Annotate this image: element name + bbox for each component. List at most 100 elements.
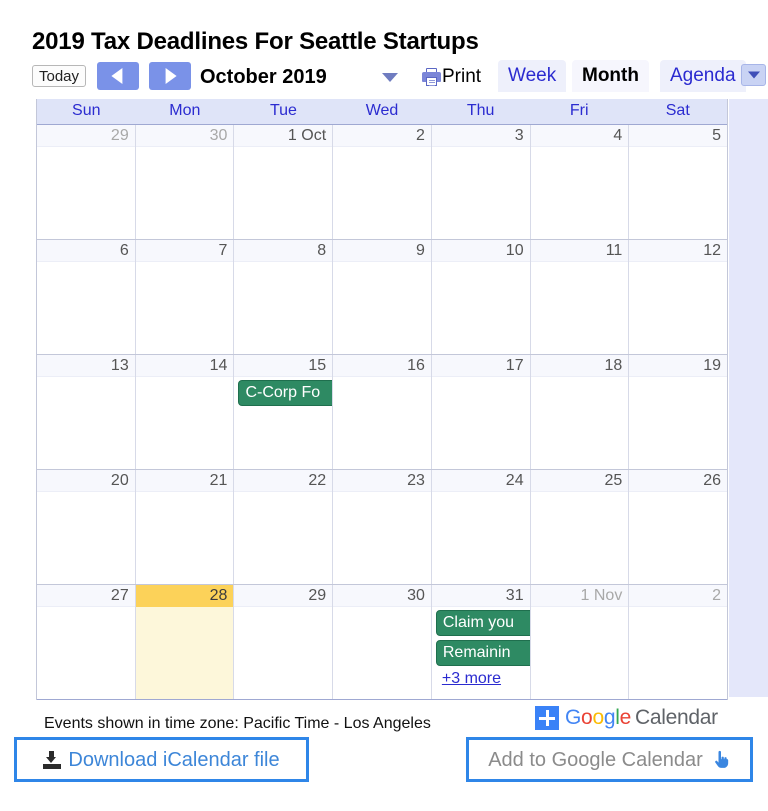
- day-events: [333, 607, 431, 610]
- calendar-day-cell[interactable]: 9: [333, 240, 432, 354]
- day-number: 20: [37, 470, 135, 492]
- day-events: [136, 262, 234, 265]
- day-number: 26: [629, 470, 728, 492]
- calendar-event[interactable]: Remainin: [435, 640, 530, 666]
- tab-week[interactable]: Week: [498, 60, 567, 92]
- calendar-day-cell[interactable]: 5: [629, 125, 728, 239]
- day-events: [432, 377, 530, 380]
- calendar-day-cell[interactable]: 6: [37, 240, 136, 354]
- timezone-note: Events shown in time zone: Pacific Time …: [44, 715, 431, 732]
- next-month-button[interactable]: [149, 62, 191, 90]
- printer-icon: [422, 68, 441, 86]
- calendar-day-cell[interactable]: 12: [629, 240, 728, 354]
- day-header-sun: Sun: [72, 102, 101, 119]
- calendar-day-cell[interactable]: 18: [530, 355, 630, 469]
- calendar-week-row: 13 14 15 C-Corp Fo 16 17 18 19: [37, 355, 728, 470]
- calendar-day-cell[interactable]: 25: [530, 470, 630, 584]
- day-number: 14: [135, 355, 234, 377]
- day-number: 22: [234, 470, 333, 492]
- calendar-day-cell[interactable]: 21: [135, 470, 235, 584]
- calendar-week-row: 29 30 1 Oct 2 3 4 5: [37, 125, 728, 240]
- calendar-event[interactable]: C-Corp Fo: [238, 380, 333, 406]
- calendar-day-cell[interactable]: 4: [530, 125, 630, 239]
- day-header-thu: Thu: [466, 102, 495, 119]
- print-button[interactable]: Print: [422, 63, 481, 91]
- calendar-day-cell[interactable]: 2: [629, 585, 728, 699]
- day-events: [629, 607, 727, 610]
- calendar-day-cell[interactable]: 30: [135, 125, 235, 239]
- calendar-day-cell[interactable]: 7: [135, 240, 235, 354]
- calendar-weeks: 29 30 1 Oct 2 3 4 5 6 7 8 9 10 11 12 13 14 15 C-Corp Fo 16…: [37, 125, 728, 700]
- add-to-google-calendar-button[interactable]: Add to Google Calendar: [466, 737, 753, 782]
- google-calendar-logo[interactable]: Google Calendar: [533, 703, 722, 733]
- calendar-day-cell[interactable]: 31 Claim you Remainin +3 more: [431, 585, 531, 699]
- today-button[interactable]: Today: [32, 65, 87, 87]
- calendar-day-cell[interactable]: 11: [530, 240, 630, 354]
- chevron-left-icon: [111, 68, 123, 84]
- calendar-day-cell[interactable]: 19: [629, 355, 728, 469]
- calendar-day-cell[interactable]: 15 C-Corp Fo: [234, 355, 334, 469]
- calendar-event[interactable]: Claim you: [435, 610, 530, 636]
- view-options-dropdown-button[interactable]: [741, 64, 766, 86]
- day-number: 5: [629, 125, 728, 147]
- day-number: 29: [37, 125, 135, 147]
- day-events: [234, 147, 332, 150]
- calendar-day-cell[interactable]: 29: [234, 585, 334, 699]
- day-number: 19: [629, 355, 728, 377]
- calendar-day-cell[interactable]: 2: [333, 125, 432, 239]
- day-events: [37, 377, 135, 380]
- day-events: [136, 147, 234, 150]
- calendar-week-row: 6 7 8 9 10 11 12: [37, 240, 728, 355]
- day-number: 30: [135, 125, 234, 147]
- google-letter-g2: g: [603, 706, 616, 729]
- day-events: [37, 492, 135, 495]
- day-events: [531, 262, 629, 265]
- calendar-day-cell[interactable]: 14: [135, 355, 235, 469]
- period-dropdown-caret-icon[interactable]: [382, 73, 398, 82]
- page-title: 2019 Tax Deadlines For Seattle Startups: [32, 28, 479, 55]
- day-number: 24: [431, 470, 530, 492]
- calendar-toolbar: Today October 2019 Print Week Month Agen…: [32, 60, 766, 96]
- day-events: [333, 492, 431, 495]
- calendar-day-cell[interactable]: 1 Nov: [530, 585, 630, 699]
- calendar-day-cell[interactable]: 30: [333, 585, 432, 699]
- google-wordmark: Google: [565, 706, 631, 730]
- tab-month[interactable]: Month: [572, 60, 649, 92]
- previous-month-button[interactable]: [97, 62, 139, 90]
- calendar-day-cell[interactable]: 13: [37, 355, 136, 469]
- download-icalendar-button[interactable]: Download iCalendar file: [14, 737, 309, 782]
- day-events: C-Corp Fo: [234, 377, 333, 406]
- day-number: 9: [333, 240, 431, 262]
- day-events: [37, 607, 135, 610]
- day-header-mon: Mon: [169, 102, 201, 119]
- day-number: 2: [629, 585, 728, 607]
- tab-agenda[interactable]: Agenda: [660, 60, 746, 92]
- download-icon: [43, 750, 62, 769]
- calendar-day-cell[interactable]: 10: [431, 240, 531, 354]
- more-events-link[interactable]: +3 more: [442, 670, 501, 688]
- day-events: [333, 147, 431, 150]
- day-number: 30: [333, 585, 431, 607]
- day-number: 25: [530, 470, 629, 492]
- calendar-day-cell[interactable]: 3: [431, 125, 531, 239]
- calendar-day-cell[interactable]: 1 Oct: [234, 125, 334, 239]
- calendar-day-cell[interactable]: 20: [37, 470, 136, 584]
- day-events: [333, 377, 431, 380]
- calendar-day-cell[interactable]: 26: [629, 470, 728, 584]
- day-events: [136, 492, 234, 495]
- day-number: 16: [333, 355, 431, 377]
- day-events: [531, 607, 629, 610]
- day-number: 1 Oct: [234, 125, 333, 147]
- calendar-day-cell[interactable]: 24: [431, 470, 531, 584]
- day-number: 13: [37, 355, 135, 377]
- calendar-day-cell[interactable]: 27: [37, 585, 136, 699]
- calendar-day-cell[interactable]: 22: [234, 470, 334, 584]
- calendar-day-cell[interactable]: 28: [135, 585, 235, 699]
- day-number: 6: [37, 240, 135, 262]
- calendar-day-cell[interactable]: 16: [333, 355, 432, 469]
- calendar-day-cell[interactable]: 17: [431, 355, 531, 469]
- calendar-day-cell[interactable]: 8: [234, 240, 334, 354]
- calendar-day-cell[interactable]: 29: [37, 125, 136, 239]
- day-header-fri: Fri: [569, 102, 589, 119]
- calendar-day-cell[interactable]: 23: [333, 470, 432, 584]
